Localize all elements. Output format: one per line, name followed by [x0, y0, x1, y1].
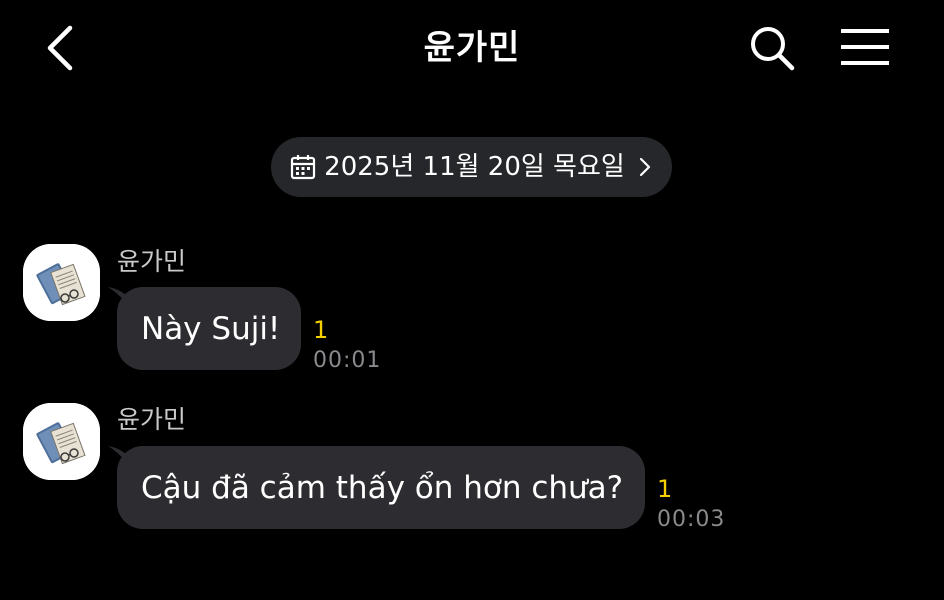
- message-text: Này Suji!: [141, 310, 281, 347]
- message-time: 00:03: [657, 507, 726, 532]
- calendar-icon: [291, 155, 316, 180]
- message-text: Cậu đã cảm thấy ổn hơn chưa?: [141, 469, 624, 506]
- message-bubble[interactable]: Cậu đã cảm thấy ổn hơn chưa?: [117, 446, 645, 529]
- chat-screen: 윤가민 2025년 11월 20일 목요일 윤가민 Này Suji! 1 00…: [0, 0, 944, 600]
- avatar[interactable]: [23, 244, 100, 321]
- avatar-image: [23, 244, 100, 321]
- unread-count: 1: [313, 316, 329, 344]
- chevron-right-icon: [639, 157, 650, 177]
- menu-button[interactable]: [838, 24, 892, 72]
- sender-name: 윤가민: [117, 247, 187, 276]
- chat-title: 윤가민: [423, 28, 521, 68]
- date-divider-label: 2025년 11월 20일 목요일: [324, 152, 625, 182]
- sender-name: 윤가민: [117, 405, 187, 434]
- unread-count: 1: [657, 475, 673, 503]
- hamburger-menu-icon: [841, 29, 889, 65]
- avatar[interactable]: [23, 403, 100, 480]
- date-divider-button[interactable]: 2025년 11월 20일 목요일: [271, 137, 672, 197]
- search-button[interactable]: [748, 24, 796, 72]
- message-time: 00:01: [313, 348, 382, 373]
- avatar-image: [23, 403, 100, 480]
- search-icon: [751, 27, 795, 71]
- message-bubble[interactable]: Này Suji!: [117, 287, 301, 370]
- chat-header: 윤가민: [0, 0, 944, 96]
